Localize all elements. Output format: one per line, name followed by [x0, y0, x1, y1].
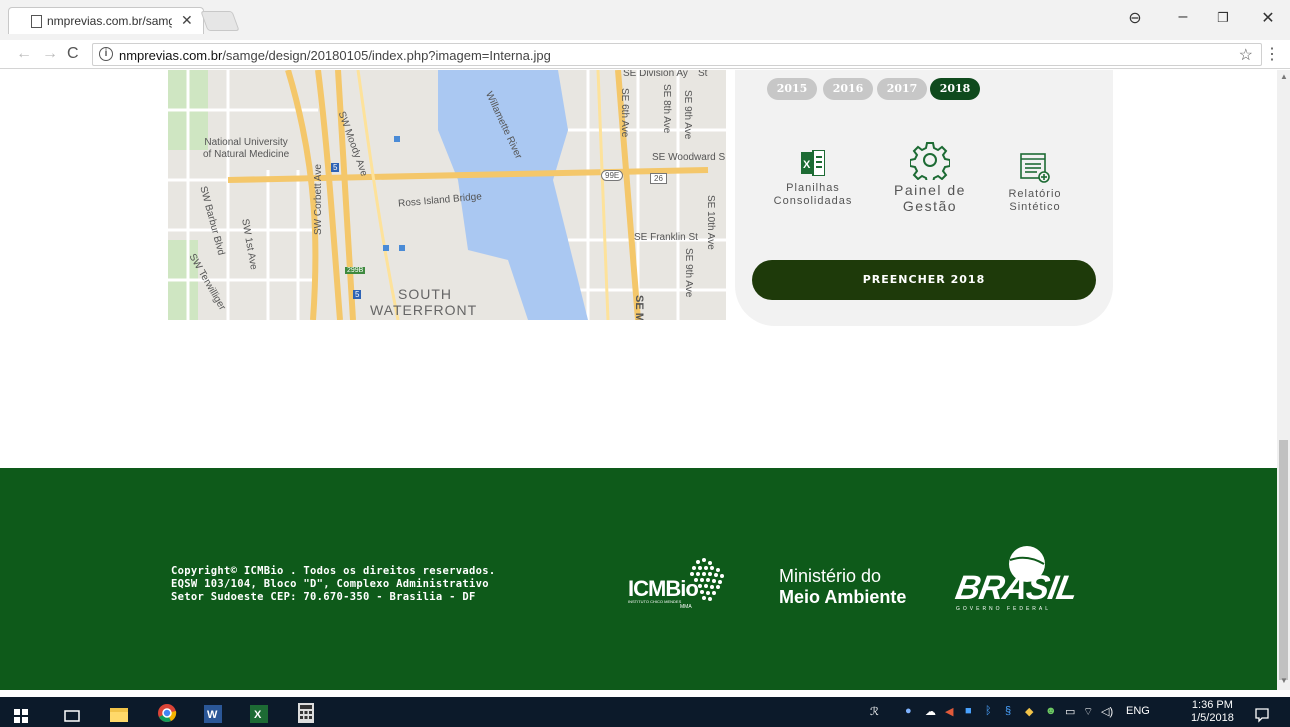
- map-label: SE 10th Ave: [705, 195, 716, 250]
- chrome-icon[interactable]: [157, 702, 177, 724]
- volume-icon[interactable]: ◁): [1101, 705, 1113, 718]
- clock-time: 1:36 PM: [1191, 699, 1233, 711]
- minimize-button[interactable]: –: [1173, 8, 1193, 26]
- windows-taskbar: W X ℛ ● ☁ ◀ ■ ᛒ § ◆ ☻ ▭ ⌔ ◁) ENG 1:36 PM…: [0, 697, 1290, 727]
- bookmark-star-icon[interactable]: ☆: [1239, 45, 1253, 65]
- map-label: SE 8th Ave: [661, 84, 672, 134]
- word-icon[interactable]: W: [204, 703, 222, 725]
- governo-federal-label: GOVERNO FEDERAL: [956, 606, 1052, 612]
- wifi-icon[interactable]: ⌔: [1083, 705, 1093, 719]
- tray-app-icon[interactable]: ◆: [1025, 705, 1033, 718]
- year-panel: 2015 2016 2017 2018 X Planilhas Consolid…: [735, 70, 1113, 326]
- ministerio-line-1: Ministério do: [779, 566, 882, 586]
- browser-menu-icon[interactable]: ⋮: [1264, 44, 1280, 64]
- map-label: SE Division Ay: [623, 70, 688, 79]
- tab-close-icon[interactable]: ✕: [181, 12, 193, 29]
- file-explorer-icon[interactable]: [110, 703, 128, 725]
- restore-button[interactable]: ❐: [1213, 10, 1233, 26]
- scrollbar-thumb[interactable]: [1279, 440, 1288, 680]
- highway-shield: 26: [650, 173, 667, 184]
- highway-shield: 299B: [345, 267, 366, 274]
- map-label: SE Franklin St: [634, 232, 698, 243]
- address-line-1: EQSW 103/104, Bloco "D", Complexo Admini…: [171, 578, 489, 590]
- footer: Copyright© ICMBio . Todos os direitos re…: [0, 468, 1277, 690]
- brasil-wordmark: BRASIL: [952, 569, 1081, 607]
- scroll-up-icon[interactable]: ▲: [1280, 72, 1288, 81]
- highway-shield: 99E: [601, 170, 624, 181]
- map-label: SE 9th Ave: [683, 248, 694, 298]
- browser-tab[interactable]: nmprevias.com.br/samge ✕: [8, 7, 204, 34]
- report-icon: [1020, 153, 1050, 183]
- tab-title: nmprevias.com.br/samge: [47, 14, 172, 28]
- map-label: SE Woodward S: [652, 152, 726, 163]
- close-window-button[interactable]: ✕: [1258, 8, 1278, 28]
- excel-icon: X: [801, 150, 825, 176]
- icmbio-subtitle: INSTITUTO CHICO MENDES: [628, 599, 682, 604]
- svg-text:X: X: [254, 709, 262, 721]
- map-label: SE M: [633, 295, 645, 320]
- relatorio-label: Relatório Sintético: [1008, 188, 1062, 213]
- tray-app-icon[interactable]: ☻: [1045, 705, 1057, 717]
- forward-icon[interactable]: →: [42, 45, 58, 63]
- svg-text:W: W: [207, 709, 218, 721]
- scroll-down-icon[interactable]: ▼: [1280, 676, 1288, 685]
- map-label: SOUTH: [398, 286, 452, 302]
- tray-app-icon[interactable]: ■: [965, 705, 972, 717]
- tray-app-icon[interactable]: §: [1005, 705, 1011, 717]
- year-2015-button[interactable]: 2015: [767, 78, 817, 100]
- windows-start-icon[interactable]: [14, 705, 28, 727]
- clock[interactable]: 1:36 PM 1/5/2018: [1191, 699, 1234, 725]
- action-center-icon[interactable]: [1254, 704, 1270, 726]
- back-icon[interactable]: ←: [16, 45, 32, 63]
- tray-app-icon[interactable]: ◀: [945, 705, 953, 718]
- cloud-icon[interactable]: ☁: [925, 705, 936, 718]
- planilhas-label: Planilhas Consolidadas: [773, 182, 853, 207]
- ministerio-line-2: Meio Ambiente: [779, 587, 907, 607]
- address-bar: ← → C i nmprevias.com.br/samge/design/20…: [0, 40, 1290, 69]
- task-view-icon[interactable]: [64, 705, 80, 727]
- highway-shield: 5: [353, 290, 362, 299]
- mma-label: MMA: [680, 604, 692, 610]
- footer-copyright: Copyright© ICMBio . Todos os direitos re…: [171, 565, 495, 604]
- info-icon[interactable]: i: [99, 47, 113, 61]
- year-2018-button[interactable]: 2018: [930, 78, 980, 100]
- tray-app-icon[interactable]: ●: [905, 705, 912, 717]
- people-icon[interactable]: ℛ: [870, 705, 879, 718]
- excel-taskbar-icon[interactable]: X: [250, 703, 268, 725]
- highway-shield: 5: [331, 163, 340, 172]
- language-indicator[interactable]: ENG: [1126, 705, 1150, 717]
- calculator-icon[interactable]: [298, 702, 314, 724]
- preencher-button[interactable]: PREENCHER 2018: [752, 260, 1096, 300]
- map-label: SE 9th Ave: [682, 90, 693, 140]
- page-scrollbar[interactable]: ▲ ▼: [1277, 70, 1290, 690]
- page-viewport: SE Division Ay St SW Moody Ave Willamett…: [0, 70, 1277, 690]
- new-tab-button[interactable]: [200, 11, 240, 31]
- gear-icon: [910, 142, 950, 180]
- bluetooth-icon[interactable]: ᛒ: [985, 705, 992, 717]
- profile-icon[interactable]: ⊖: [1125, 8, 1145, 28]
- reload-icon[interactable]: C: [67, 45, 79, 63]
- map-label: SE 6th Ave: [619, 88, 630, 138]
- battery-icon[interactable]: ▭: [1065, 705, 1075, 718]
- map-label: National University of Natural Medicine: [203, 137, 290, 160]
- address-line-2: Setor Sudoeste CEP: 70.670-350 - Brasili…: [171, 591, 476, 603]
- copyright-text: Copyright© ICMBio . Todos os direitos re…: [171, 565, 496, 577]
- browser-tab-bar: nmprevias.com.br/samge ✕ ⊖ – ❐ ✕: [0, 0, 1290, 40]
- painel-de-gestao-link[interactable]: Painel de Gestão: [880, 140, 980, 214]
- year-2017-button[interactable]: 2017: [877, 78, 927, 100]
- url-text: nmprevias.com.br/samge/design/20180105/i…: [119, 48, 551, 63]
- clock-date: 1/5/2018: [1191, 712, 1234, 724]
- page-icon: [31, 15, 42, 28]
- year-2016-button[interactable]: 2016: [823, 78, 873, 100]
- relatorio-sintetico-link[interactable]: Relatório Sintético: [985, 152, 1085, 214]
- map[interactable]: SE Division Ay St SW Moody Ave Willamett…: [168, 70, 726, 320]
- map-label: SW Corbett Ave: [313, 164, 324, 235]
- map-label: WATERFRONT: [370, 302, 478, 318]
- painel-label: Painel de Gestão: [894, 182, 966, 214]
- svg-text:X: X: [803, 159, 811, 171]
- url-field[interactable]: i nmprevias.com.br/samge/design/20180105…: [92, 43, 1262, 66]
- ministerio-logo[interactable]: Ministério do Meio Ambiente: [779, 566, 906, 608]
- map-label: St: [698, 70, 708, 79]
- planilhas-consolidadas-link[interactable]: X Planilhas Consolidadas: [763, 150, 863, 208]
